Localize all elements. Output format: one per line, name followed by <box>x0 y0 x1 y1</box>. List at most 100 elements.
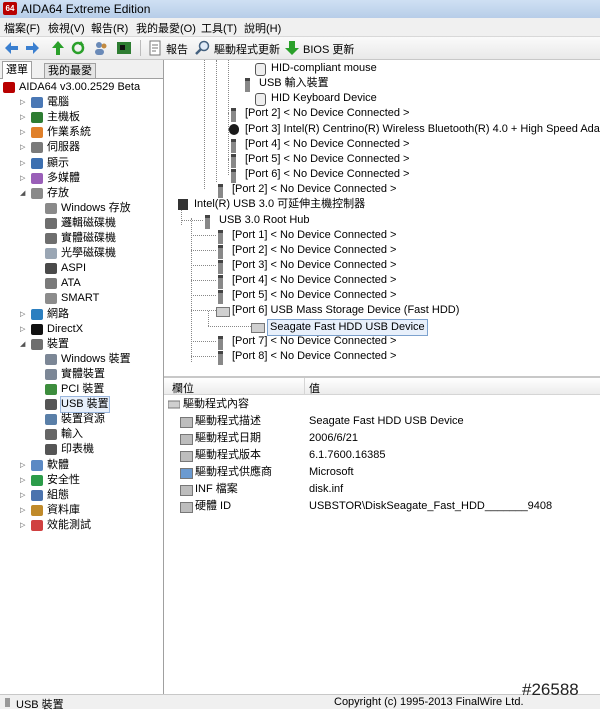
tree-item-label: 作業系統 <box>47 126 91 139</box>
computer-icon <box>31 97 43 109</box>
expand-icon[interactable]: ▷ <box>20 326 27 333</box>
expand-icon[interactable]: ▷ <box>20 492 27 499</box>
connector-line <box>216 60 217 182</box>
tree-item-label: 顯示 <box>47 156 69 169</box>
tree-item[interactable]: SMART <box>0 291 162 306</box>
tree-item[interactable]: ASPI <box>0 261 162 276</box>
details-row[interactable]: 驅動程式描述 Seagate Fast HDD USB Device <box>164 413 600 429</box>
collapse-icon[interactable]: ◢ <box>20 341 27 348</box>
download-arrow-icon[interactable] <box>284 40 300 56</box>
expand-icon[interactable]: ▷ <box>20 175 27 182</box>
tree-item[interactable]: ▷ 伺服器 <box>0 140 162 155</box>
usb-plug-icon <box>245 78 250 93</box>
usb-icon <box>45 399 57 411</box>
motherboard-toolbar-icon[interactable] <box>116 40 132 56</box>
tree-item[interactable]: 邏輯磁碟機 <box>0 216 162 231</box>
left-pane: 選單 我的最愛 ◢AIDA64 v3.00.2529 Beta▷電腦▷主機板▷作… <box>0 60 164 694</box>
menu-help[interactable]: 說明(H) <box>244 20 281 36</box>
usb-plug-icon <box>218 350 223 365</box>
group-label: 驅動程式內容 <box>183 398 249 410</box>
tree-item-label: USB 裝置 <box>60 396 110 414</box>
tree-item[interactable]: ▷ DirectX <box>0 322 162 337</box>
tree-item[interactable]: USB 裝置 <box>0 396 162 414</box>
device-icon <box>45 368 57 380</box>
menu-view[interactable]: 檢視(V) <box>48 20 85 36</box>
driver-update-button[interactable]: 驅動程式更新 <box>214 41 280 57</box>
expand-icon[interactable]: ▷ <box>20 129 27 136</box>
expand-icon[interactable]: ▷ <box>20 522 27 529</box>
column-value-header[interactable]: 值 <box>309 380 320 396</box>
tree-item[interactable]: ▷ 電腦 <box>0 95 162 110</box>
tree-item[interactable]: ▷ 多媒體 <box>0 171 162 186</box>
up-arrow-icon[interactable] <box>50 40 66 56</box>
expand-icon[interactable]: ▷ <box>20 160 27 167</box>
tree-item[interactable]: Windows 存放 <box>0 201 162 216</box>
menu-tools[interactable]: 工具(T) <box>201 20 237 36</box>
users-icon[interactable] <box>93 40 109 56</box>
back-arrow-icon[interactable] <box>4 40 20 56</box>
details-value: 6.1.7600.16385 <box>309 449 386 461</box>
expand-icon[interactable]: ▷ <box>20 462 27 469</box>
tree-item[interactable]: ▷ 主機板 <box>0 110 162 125</box>
tree-item[interactable]: ◢AIDA64 v3.00.2529 Beta <box>0 80 162 95</box>
search-icon[interactable] <box>195 40 211 56</box>
menu-file[interactable]: 檔案(F) <box>4 20 40 36</box>
pci-icon <box>45 384 57 395</box>
tree-item[interactable]: 光學磁碟機 <box>0 246 162 261</box>
menu-favorites[interactable]: 我的最愛(O) <box>136 20 196 36</box>
usb-tree-label: [Port 5] < No Device Connected > <box>232 289 397 302</box>
tree-item[interactable]: ATA <box>0 276 162 291</box>
windows-icon <box>31 127 43 139</box>
tree-item[interactable]: ▷ 安全性 <box>0 473 162 488</box>
tree-item[interactable]: PCI 裝置 <box>0 382 162 397</box>
expand-icon[interactable]: ▷ <box>20 477 27 484</box>
benchmark-icon <box>31 519 43 531</box>
tree-item[interactable]: 實體裝置 <box>0 367 162 382</box>
expand-icon[interactable]: ▷ <box>20 114 27 121</box>
ata-icon <box>45 278 57 290</box>
tree-item[interactable]: ◢ 裝置 <box>0 337 162 352</box>
usb-plug-icon <box>218 259 223 274</box>
tree-item-label: 軟體 <box>47 458 69 471</box>
tree-item[interactable]: 印表機 <box>0 442 162 457</box>
bios-update-button[interactable]: BIOS 更新 <box>303 41 354 57</box>
tree-item[interactable]: ▷ 作業系統 <box>0 125 162 140</box>
column-separator[interactable] <box>304 378 305 394</box>
expand-icon[interactable]: ▷ <box>20 144 27 151</box>
details-field: 驅動程式供應商 <box>195 466 272 478</box>
usb-plug-icon <box>218 184 223 199</box>
tree-item[interactable]: ▷ 效能測試 <box>0 518 162 533</box>
expand-icon[interactable]: ▷ <box>20 507 27 514</box>
tree-item[interactable]: ▷ 組態 <box>0 488 162 503</box>
tree-item[interactable]: 輸入 <box>0 427 162 442</box>
refresh-icon[interactable] <box>70 40 86 56</box>
expand-icon[interactable]: ▷ <box>20 99 27 106</box>
usb-tree-label: [Port 6] USB Mass Storage Device (Fast H… <box>232 304 460 317</box>
column-field-header[interactable]: 欄位 <box>172 380 194 396</box>
tree-item[interactable]: 實體磁碟機 <box>0 231 162 246</box>
printer-icon <box>45 444 57 456</box>
tree-item[interactable]: 裝置資源 <box>0 412 162 427</box>
tree-item[interactable]: ▷ 資料庫 <box>0 503 162 518</box>
connector-line <box>228 60 229 175</box>
tree-item[interactable]: ◢ 存放 <box>0 186 162 201</box>
details-row[interactable]: 驅動程式供應商 Microsoft <box>164 464 600 480</box>
tree-item[interactable]: ▷ 軟體 <box>0 458 162 473</box>
tree-item[interactable]: ▷ 顯示 <box>0 156 162 171</box>
calendar-icon <box>180 434 193 445</box>
details-row[interactable]: 驅動程式日期 2006/6/21 <box>164 430 600 446</box>
collapse-icon[interactable]: ◢ <box>20 190 27 197</box>
report-button[interactable]: 報告 <box>166 41 188 57</box>
details-row[interactable]: INF 檔案 disk.inf <box>164 481 600 497</box>
tree-item[interactable]: Windows 裝置 <box>0 352 162 367</box>
report-icon[interactable] <box>147 40 163 56</box>
tab-menu[interactable]: 選單 <box>2 61 32 79</box>
expand-icon[interactable]: ▷ <box>20 311 27 318</box>
details-row[interactable]: 驅動程式版本 6.1.7600.16385 <box>164 447 600 463</box>
forward-arrow-icon[interactable] <box>24 40 40 56</box>
menu-report[interactable]: 報告(R) <box>91 20 128 36</box>
motherboard-icon <box>31 112 43 124</box>
tab-favorites[interactable]: 我的最愛 <box>44 63 96 78</box>
tree-item[interactable]: ▷ 網路 <box>0 307 162 322</box>
details-row[interactable]: 硬體 ID USBSTOR\DiskSeagate_Fast_HDD_______… <box>164 498 600 514</box>
